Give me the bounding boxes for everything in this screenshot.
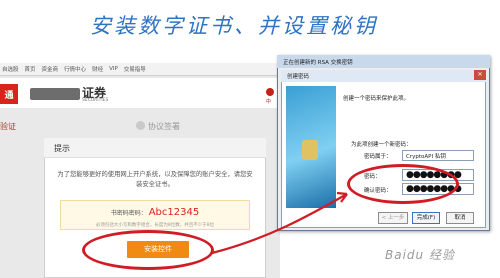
watermark-text: Baidu 经验	[385, 248, 455, 262]
right-brand-text: 中	[266, 99, 272, 105]
step-verify: 验证	[0, 122, 16, 131]
password-info-line: 书密码密码： Abc12345	[60, 207, 250, 218]
nav-item[interactable]: 首页	[25, 65, 36, 73]
key-icon	[302, 140, 318, 160]
password-info-label: 书密码密码：	[110, 210, 147, 217]
rsa-window-title: 正在创建新的 RSA 交换密钥	[277, 55, 490, 68]
right-brand-icon	[266, 88, 274, 96]
belongs-field: CryptoAPI 私钥	[402, 150, 474, 161]
cancel-button[interactable]: 取消	[446, 212, 474, 224]
nav-item[interactable]: 交易指导	[124, 65, 146, 73]
password-hint: 必须包括大小写和数字组合，长度为8位数，并且不少于8位	[95, 223, 215, 228]
nav-item[interactable]: 财经	[92, 65, 103, 73]
left-brand-logo: 通	[0, 84, 18, 104]
highlight-ring-password	[347, 164, 459, 204]
highlight-ring-install	[82, 230, 214, 270]
tip-dialog-title: 提示	[44, 138, 266, 158]
password-info-value: Abc12345	[148, 207, 200, 218]
nav-item[interactable]: 自选股	[2, 65, 19, 73]
broker-top-nav: 自选股 首页 资金商 行情中心 财经 VIP 交易指导	[0, 63, 280, 76]
nav-item[interactable]: VIP	[109, 66, 118, 72]
prompt-text: 创建一个密码来保护此项。	[343, 96, 410, 102]
tip-dialog-text: 为了您能够更好的使用网上开户系统，以及保障您的账户安全，请您安装安全证书。	[57, 171, 253, 188]
close-icon[interactable]: ✕	[474, 70, 486, 80]
nav-item[interactable]: 资金商	[42, 65, 59, 73]
back-button[interactable]: < 上一步	[378, 212, 408, 224]
finish-button[interactable]: 完成(F)	[412, 212, 440, 224]
caption-title: 安装数字证书、并设置秘钥	[90, 14, 378, 38]
create-for-label: 为此项创建一个新密码：	[351, 142, 412, 148]
step-agreement: 协议签署	[148, 122, 180, 131]
nav-item[interactable]: 行情中心	[64, 65, 86, 73]
broker-subtitle: SECURITIES	[82, 98, 109, 103]
step-status-icon	[136, 121, 145, 130]
broker-logo	[30, 88, 80, 100]
belongs-label: 密码属于：	[364, 154, 392, 160]
create-password-title: 创建密码	[281, 70, 486, 82]
